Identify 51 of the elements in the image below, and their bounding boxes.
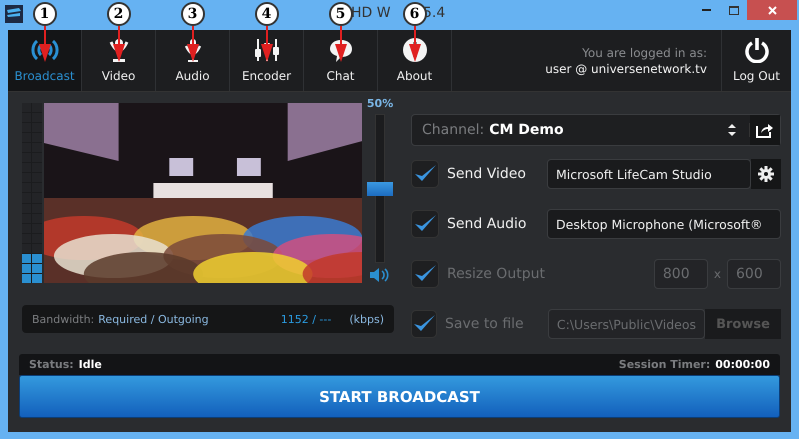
- device-field[interactable]: Microsoft LifeCam Studio: [547, 159, 751, 189]
- callout-badge: 1: [32, 2, 56, 26]
- settings-button[interactable]: [751, 159, 781, 189]
- bandwidth-label: Bandwidth:: [32, 312, 94, 326]
- share-button[interactable]: [750, 115, 780, 145]
- callout-badge: 5: [328, 2, 352, 26]
- login-caption: You are logged in as:: [582, 46, 707, 60]
- channel-select[interactable]: Channel: CM Demo: [411, 114, 781, 146]
- close-button[interactable]: [747, 0, 797, 20]
- volume-reading: 50%: [366, 97, 394, 110]
- pointer-arrow: [186, 26, 198, 62]
- timer-value: 00:00:00: [715, 358, 770, 371]
- share-icon: [756, 122, 774, 138]
- app-logo-icon: [5, 5, 23, 23]
- callout-badge: 6: [402, 2, 426, 26]
- callout-badge: 2: [106, 2, 130, 26]
- pointer-arrow: [260, 26, 272, 62]
- volume-slider[interactable]: [367, 114, 394, 263]
- power-icon: [744, 37, 770, 63]
- option-label: Send Video: [447, 166, 527, 182]
- status-label: Status:: [29, 358, 74, 371]
- channel-label: Channel:: [421, 122, 484, 138]
- device-field[interactable]: Desktop Microphone (Microsoft®: [547, 209, 781, 239]
- pointer-arrow: [408, 26, 420, 62]
- user-account: user @ universenetwork.tv: [545, 62, 707, 76]
- minimize-icon: [702, 9, 711, 11]
- speaker-icon: [369, 267, 392, 283]
- checkbox[interactable]: [411, 160, 439, 188]
- bandwidth-legend: Required / Outgoing: [98, 312, 209, 326]
- option-label: Send Audio: [447, 216, 528, 232]
- option-label: Resize Output: [447, 266, 546, 282]
- maximize-icon: [728, 6, 738, 14]
- logout-button[interactable]: Log Out: [721, 30, 791, 91]
- bandwidth-values: 1152 / ---: [280, 312, 332, 326]
- start-broadcast-button[interactable]: START BROADCAST: [19, 375, 780, 418]
- settings-icon: [758, 166, 774, 182]
- pointer-arrow: [334, 26, 346, 62]
- checkbox[interactable]: [411, 210, 439, 238]
- close-icon: [768, 6, 776, 14]
- size-separator: x: [714, 267, 721, 281]
- callout-badge: 4: [254, 2, 278, 26]
- nav-tab[interactable]: Broadcast: [8, 30, 81, 91]
- callout-badge: 3: [180, 2, 204, 26]
- option-label: Save to file: [445, 316, 525, 332]
- status-value: Idle: [78, 358, 102, 371]
- channel-value: CM Demo: [489, 122, 564, 138]
- pointer-arrow: [38, 26, 50, 62]
- slider-thumb[interactable]: [367, 182, 394, 196]
- pointer-arrow: [112, 26, 124, 62]
- bandwidth-unit: (kbps): [349, 312, 384, 326]
- timer-label: Session Timer:: [618, 358, 710, 371]
